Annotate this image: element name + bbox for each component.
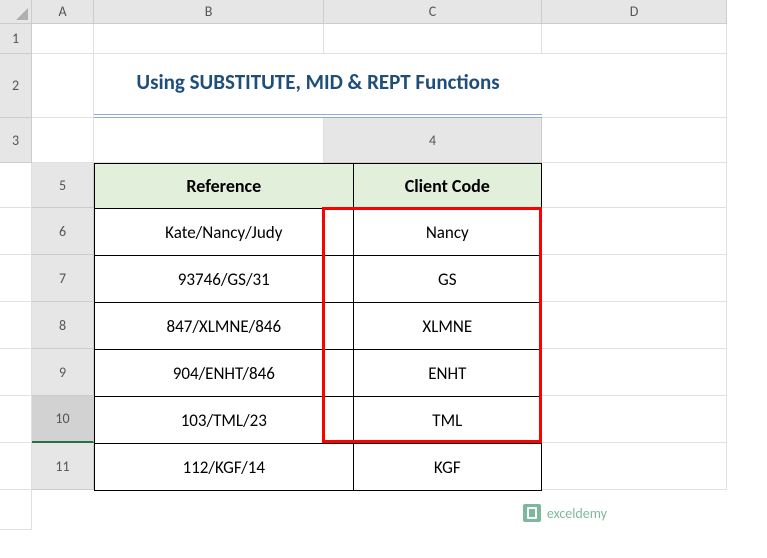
row-header-9[interactable]: 9 bbox=[32, 349, 94, 396]
select-all-corner[interactable] bbox=[0, 0, 32, 24]
cell-reference[interactable]: 847/XLMNE/846 bbox=[95, 303, 354, 350]
watermark-text: exceldemy bbox=[547, 505, 607, 522]
data-table: Reference Client Code Kate/Nancy/Judy Na… bbox=[94, 163, 542, 491]
cell-d3[interactable] bbox=[94, 118, 324, 163]
watermark-icon bbox=[523, 504, 541, 522]
table-row: 904/ENHT/846 ENHT bbox=[95, 350, 542, 397]
col-header-c[interactable]: C bbox=[324, 0, 542, 24]
cell-a10[interactable] bbox=[542, 396, 727, 443]
cell-d4[interactable] bbox=[0, 163, 32, 208]
cell-client-code[interactable]: Nancy bbox=[353, 209, 541, 256]
cell-d5[interactable] bbox=[0, 208, 32, 255]
cell-d6[interactable] bbox=[0, 255, 32, 302]
table-row: Kate/Nancy/Judy Nancy bbox=[95, 209, 542, 256]
col-header-a[interactable]: A bbox=[32, 0, 94, 24]
row-header-6[interactable]: 6 bbox=[32, 208, 94, 255]
cell-a9[interactable] bbox=[542, 349, 727, 396]
cell-a5[interactable] bbox=[542, 163, 727, 208]
row-header-5[interactable]: 5 bbox=[32, 163, 94, 208]
row-header-1[interactable]: 1 bbox=[0, 24, 32, 54]
cell-d1[interactable] bbox=[542, 24, 727, 54]
cell-a2[interactable] bbox=[32, 54, 94, 118]
page-title: Using SUBSTITUTE, MID & REPT Functions bbox=[94, 54, 542, 118]
cell-reference[interactable]: Kate/Nancy/Judy bbox=[95, 209, 354, 256]
cell-reference[interactable]: 103/TML/23 bbox=[95, 397, 354, 444]
cell-client-code[interactable]: KGF bbox=[353, 444, 541, 491]
cell-a4[interactable] bbox=[542, 118, 727, 163]
watermark: exceldemy bbox=[523, 504, 607, 522]
row-header-11[interactable]: 11 bbox=[32, 443, 94, 490]
cell-d10[interactable] bbox=[0, 443, 32, 490]
cell-reference[interactable]: 904/ENHT/846 bbox=[95, 350, 354, 397]
row-header-3[interactable]: 3 bbox=[0, 118, 32, 163]
data-table-container: Reference Client Code Kate/Nancy/Judy Na… bbox=[94, 163, 542, 443]
spreadsheet-grid: A B C D 1 2 Using SUBSTITUTE, MID & REPT… bbox=[0, 0, 767, 530]
cell-a1[interactable] bbox=[32, 24, 94, 54]
cell-a3[interactable] bbox=[32, 118, 94, 163]
cell-client-code[interactable]: GS bbox=[353, 256, 541, 303]
table-row: 112/KGF/14 KGF bbox=[95, 444, 542, 491]
header-client-code[interactable]: Client Code bbox=[353, 164, 541, 209]
header-reference[interactable]: Reference bbox=[95, 164, 354, 209]
row-header-2[interactable]: 2 bbox=[0, 54, 32, 118]
row-header-7[interactable]: 7 bbox=[32, 255, 94, 302]
table-row: 847/XLMNE/846 XLMNE bbox=[95, 303, 542, 350]
cell-a8[interactable] bbox=[542, 302, 727, 349]
cell-client-code[interactable]: XLMNE bbox=[353, 303, 541, 350]
cell-d9[interactable] bbox=[0, 396, 32, 443]
table-row: 103/TML/23 TML bbox=[95, 397, 542, 444]
table-row: 93746/GS/31 GS bbox=[95, 256, 542, 303]
cell-b1[interactable] bbox=[94, 24, 324, 54]
col-header-b[interactable]: B bbox=[94, 0, 324, 24]
cell-reference[interactable]: 112/KGF/14 bbox=[95, 444, 354, 491]
col-header-d[interactable]: D bbox=[542, 0, 727, 24]
row-header-8[interactable]: 8 bbox=[32, 302, 94, 349]
cell-d11[interactable] bbox=[0, 490, 32, 530]
cell-client-code[interactable]: TML bbox=[353, 397, 541, 444]
row-header-10[interactable]: 10 bbox=[32, 396, 94, 443]
cell-a6[interactable] bbox=[542, 208, 727, 255]
cell-c1[interactable] bbox=[324, 24, 542, 54]
row-header-4[interactable]: 4 bbox=[324, 118, 542, 163]
cell-c11[interactable] bbox=[542, 443, 727, 490]
cell-d8[interactable] bbox=[0, 349, 32, 396]
cell-a7[interactable] bbox=[542, 255, 727, 302]
cell-d2[interactable] bbox=[542, 54, 727, 118]
cell-d7[interactable] bbox=[0, 302, 32, 349]
cell-reference[interactable]: 93746/GS/31 bbox=[95, 256, 354, 303]
cell-client-code[interactable]: ENHT bbox=[353, 350, 541, 397]
table-header-row: Reference Client Code bbox=[95, 164, 542, 209]
